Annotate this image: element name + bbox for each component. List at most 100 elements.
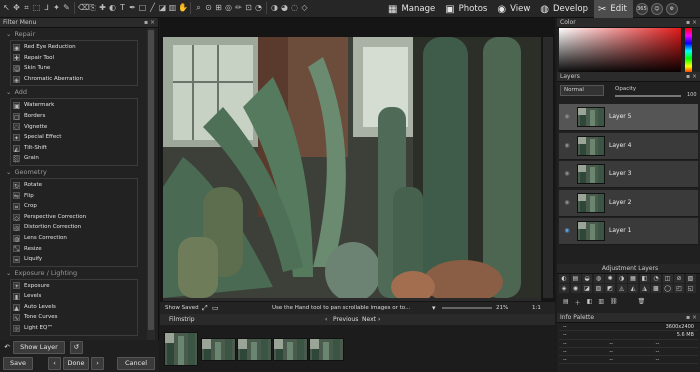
adjustment-icon[interactable]: ◯ <box>662 284 673 293</box>
filter-item[interactable]: ⌗ Crop <box>11 201 137 212</box>
adjustment-icon[interactable]: ◱ <box>685 284 696 293</box>
adjustment-icon[interactable]: ◐ <box>559 274 569 283</box>
visibility-eye-icon[interactable]: ◉ <box>563 199 571 207</box>
mode-develop[interactable]: ◍ Develop <box>536 0 594 18</box>
cactus-photo[interactable] <box>163 37 541 298</box>
filter-item[interactable]: ◭ Tilt-Shift <box>11 143 137 154</box>
eraser-tool-icon[interactable]: ⌫ <box>78 2 89 14</box>
filmstrip-thumbnail[interactable] <box>273 338 308 361</box>
canvas-horizontal-scrollbar[interactable] <box>163 298 541 301</box>
adjustment-icon[interactable]: ◧ <box>639 274 650 283</box>
filter-category-header[interactable]: Add <box>3 88 143 97</box>
adjustment-icon[interactable]: ◭ <box>628 284 638 293</box>
trash-icon[interactable]: 🗑 <box>638 298 646 308</box>
adjustment-icon[interactable]: ◍ <box>593 274 604 283</box>
filter-item[interactable]: ░ Grain <box>11 153 137 164</box>
scrollbar-thumb[interactable] <box>148 30 154 330</box>
color-picker[interactable] <box>559 28 681 74</box>
adjustment-icon[interactable]: ◑ <box>616 274 627 283</box>
heal-tool-icon[interactable]: ✚ <box>98 2 107 14</box>
hue-slider[interactable] <box>685 28 692 74</box>
layer-row[interactable]: ◉ Layer 2 <box>559 189 698 217</box>
filmstrip-thumbnail[interactable] <box>201 338 236 361</box>
show-layer-button[interactable]: Show Layer <box>13 341 65 354</box>
fullscreen-icon[interactable]: ▭ <box>212 302 219 314</box>
eyedropper-tool-icon[interactable]: ⊙ <box>204 2 213 14</box>
clone-tool-icon[interactable]: ⎘ <box>88 2 97 14</box>
marquee-tool-icon[interactable]: ⬚ <box>32 2 41 14</box>
select-tool-icon[interactable]: ↖ <box>2 2 11 14</box>
filter-item[interactable]: ◉ Red Eye Reduction <box>11 42 137 53</box>
visibility-eye-icon[interactable]: ◉ <box>563 113 571 121</box>
layer-row[interactable]: ◉ Layer 1 <box>559 218 698 245</box>
line-tool-icon[interactable]: ╱ <box>148 2 157 14</box>
visibility-eye-icon[interactable]: ◉ <box>563 227 571 235</box>
adjustment-icon[interactable]: ⊘ <box>674 274 684 283</box>
filter-item[interactable]: ⤡ Resize <box>11 244 137 255</box>
adjustment-icon[interactable]: ◬ <box>616 284 627 293</box>
mode-photos[interactable]: ▣ Photos <box>441 0 493 18</box>
filter-item[interactable]: ▢ Borders <box>11 111 137 122</box>
adjustment-icon[interactable]: ✺ <box>605 274 615 283</box>
mode-manage[interactable]: ▦ Manage <box>384 0 441 18</box>
previous-button[interactable]: Previous <box>333 314 358 325</box>
prev-step-button[interactable]: ‹ <box>48 357 61 370</box>
done-button[interactable]: Done <box>63 357 89 370</box>
visibility-eye-icon[interactable]: ◉ <box>563 170 571 178</box>
adjustment-icon[interactable]: ▩ <box>651 284 661 293</box>
filter-item[interactable]: ◎ Distortion Correction <box>11 222 137 233</box>
filter-item[interactable]: ≈ Liquify <box>11 254 137 265</box>
filter-item[interactable]: ◈ Chromatic Aberration <box>11 74 137 85</box>
group-icon[interactable]: ▥ <box>598 298 604 308</box>
cancel-button[interactable]: Cancel <box>117 357 155 370</box>
zoom-slider[interactable] <box>442 307 492 309</box>
show-saved-toggle[interactable]: Show Saved <box>165 302 199 314</box>
filter-item[interactable]: ✦ Special Effect <box>11 132 137 143</box>
gradient-tool-icon[interactable]: ▥ <box>168 2 177 14</box>
add-icon[interactable]: ＋ <box>575 298 581 308</box>
adjustment-icon[interactable]: ◫ <box>662 274 673 283</box>
panel-close-icon[interactable]: ▪ × <box>686 18 697 27</box>
next-step-button[interactable]: › <box>91 357 104 370</box>
smudge-tool-icon[interactable]: ◔ <box>254 2 263 14</box>
filter-item[interactable]: ⇋ Flip <box>11 191 137 202</box>
adjustment-icon[interactable]: ▨ <box>593 284 604 293</box>
filter-item[interactable]: ◇ Perspective Correction <box>11 212 137 223</box>
filter-item[interactable]: ✚ Repair Tool <box>11 53 137 64</box>
new-layer-icon[interactable]: ▤ <box>563 298 569 308</box>
filter-item[interactable]: ◌ Vignette <box>11 122 137 133</box>
filter-item[interactable]: ☺ Skin Tune <box>11 63 137 74</box>
move-tool-icon[interactable]: ✥ <box>12 2 21 14</box>
subscription-badge[interactable]: 365 <box>635 3 648 15</box>
sponge-tool-icon[interactable]: ◑ <box>270 2 279 14</box>
mode-view[interactable]: ◉ View <box>493 0 536 18</box>
adjustment-icon[interactable]: ◈ <box>559 284 569 293</box>
history-icon[interactable]: ↺ <box>70 341 83 354</box>
adjustment-icon[interactable]: ▤ <box>570 274 581 283</box>
mask-icon[interactable]: ◧ <box>587 298 593 308</box>
magic-wand-tool-icon[interactable]: ✦ <box>52 2 61 14</box>
filter-item[interactable]: ◍ Lens Correction <box>11 233 137 244</box>
dodge-tool-icon[interactable]: ◐ <box>108 2 117 14</box>
text-tool-icon[interactable]: T <box>118 2 127 14</box>
adjustment-icon[interactable]: ◔ <box>651 274 661 283</box>
adjustment-icon[interactable]: ◩ <box>605 284 615 293</box>
hand-tool-icon[interactable]: ✋ <box>178 2 188 14</box>
canvas-vertical-scrollbar[interactable] <box>543 37 553 298</box>
pen-tool-icon[interactable]: ✒ <box>128 2 137 14</box>
adjustment-icon[interactable]: ◪ <box>582 284 592 293</box>
filmstrip-thumbnail[interactable] <box>237 338 272 361</box>
crop-tool-icon[interactable]: ⌗ <box>22 2 31 14</box>
fill-tool-icon[interactable]: ◪ <box>158 2 167 14</box>
opacity-slider[interactable] <box>615 95 681 97</box>
filter-category-header[interactable]: Geometry <box>3 168 143 177</box>
layer-row[interactable]: ◉ Layer 4 <box>559 132 698 160</box>
filter-item[interactable]: ▮ Levels <box>11 291 137 302</box>
filmstrip-thumbnail[interactable] <box>164 332 198 366</box>
back-arrow-icon[interactable]: ↶ <box>3 342 11 355</box>
zoom-out-icon[interactable]: ▾ <box>432 302 436 314</box>
adjustment-icon[interactable]: ◰ <box>674 284 684 293</box>
filter-scrollbar[interactable] <box>147 28 155 354</box>
redeye-tool-icon[interactable]: ◎ <box>224 2 233 14</box>
blur-tool-icon[interactable]: ◌ <box>290 2 299 14</box>
